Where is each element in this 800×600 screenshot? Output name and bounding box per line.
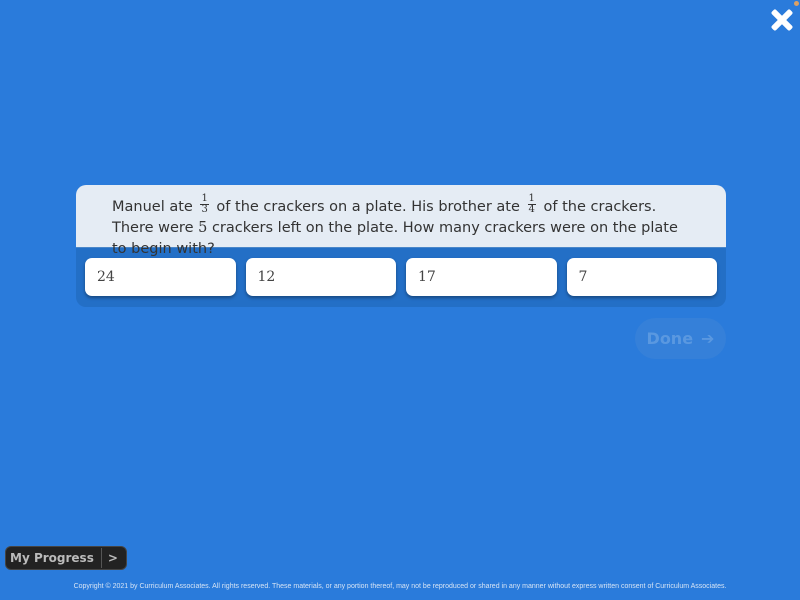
question-number: 5 <box>198 220 208 236</box>
done-button[interactable]: Done ➔ <box>635 318 726 359</box>
fraction-denominator: 3 <box>201 203 208 215</box>
question-text: Manuel ate 13 of the crackers on a plate… <box>76 185 726 257</box>
fraction-one-third: 13 <box>200 192 209 215</box>
question-part: Manuel ate <box>112 199 193 215</box>
question-card: Manuel ate 13 of the crackers on a plate… <box>76 185 726 307</box>
arrow-right-icon: ➔ <box>701 329 715 348</box>
fraction-denominator: 4 <box>528 203 535 215</box>
fraction-one-fourth: 14 <box>527 192 536 215</box>
question-part: of the crackers on a plate. His brother … <box>216 199 520 215</box>
done-label: Done <box>646 329 694 348</box>
my-progress-label: My Progress <box>6 548 102 568</box>
my-progress-button[interactable]: My Progress > <box>5 546 127 570</box>
copyright-footer: Copyright © 2021 by Curriculum Associate… <box>73 583 727 590</box>
status-dot <box>794 1 799 6</box>
fraction-numerator: 1 <box>527 192 536 205</box>
chevron-right-icon[interactable]: > <box>102 551 126 565</box>
answer-choice-4[interactable]: 7 <box>566 258 717 296</box>
answer-choice-1[interactable]: 24 <box>85 258 236 296</box>
answer-choice-3[interactable]: 17 <box>406 258 557 296</box>
close-icon[interactable] <box>770 8 794 32</box>
fraction-numerator: 1 <box>200 192 209 205</box>
answer-choice-2[interactable]: 12 <box>245 258 396 296</box>
